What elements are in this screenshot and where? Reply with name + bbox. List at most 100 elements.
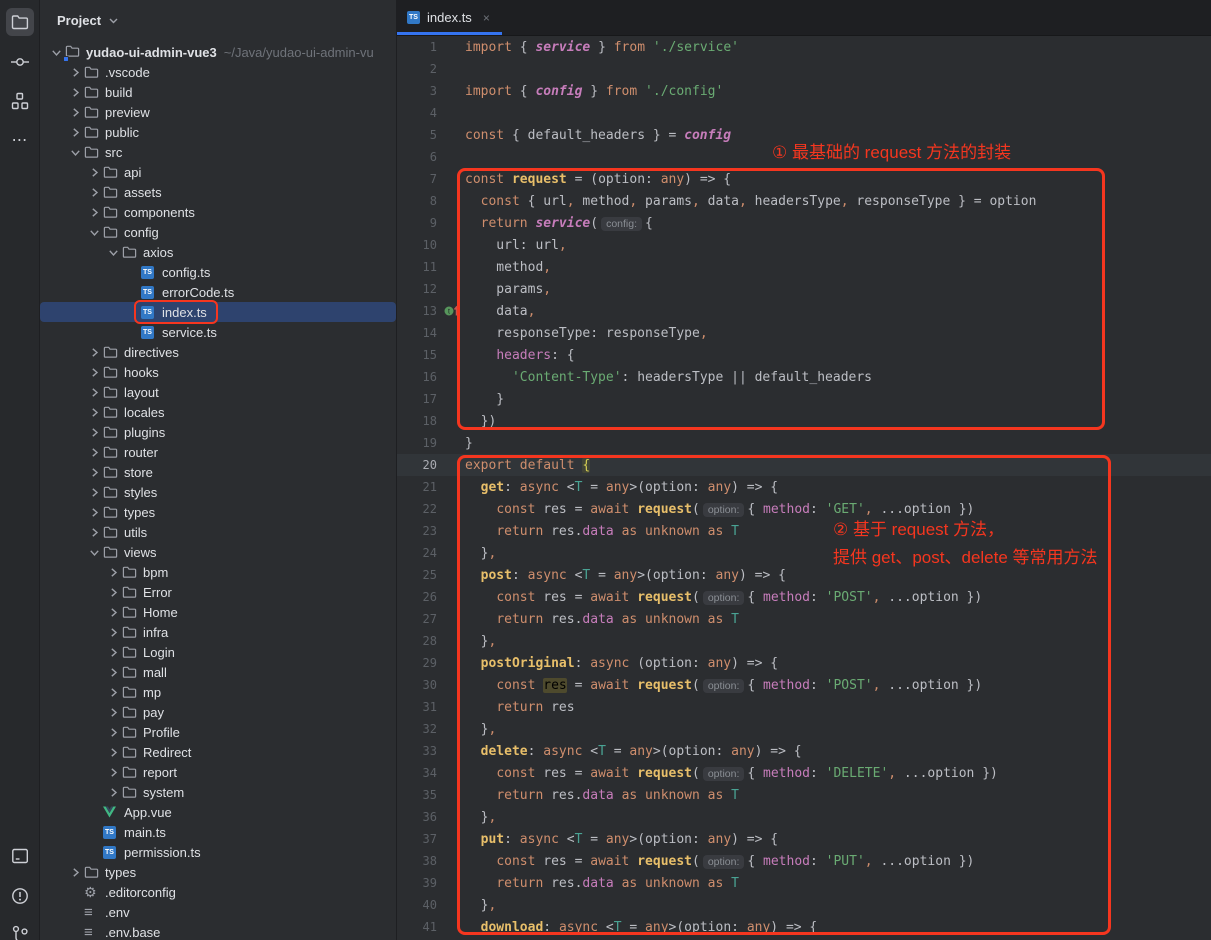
chevron-closed-icon[interactable] [86,444,103,460]
code-line-17[interactable]: 17 } [397,388,1211,410]
code-line-2[interactable]: 2 [397,58,1211,80]
chevron-closed-icon[interactable] [105,644,122,660]
tree-item-public[interactable]: public [40,122,396,142]
tree-item-service.ts[interactable]: TSservice.ts [40,322,396,342]
chevron-closed-icon[interactable] [86,524,103,540]
tree-item-store[interactable]: store [40,462,396,482]
tree-item-.env[interactable]: ≡.env [40,902,396,922]
code-line-5[interactable]: 5const { default_headers } = config [397,124,1211,146]
chevron-closed-icon[interactable] [67,84,84,100]
tab-index-ts[interactable]: TS index.ts × [397,0,502,35]
chevron-closed-icon[interactable] [86,504,103,520]
chevron-closed-icon[interactable] [67,64,84,80]
chevron-closed-icon[interactable] [86,384,103,400]
code-line-29[interactable]: 29 postOriginal: async (option: any) => … [397,652,1211,674]
tree-item-locales[interactable]: locales [40,402,396,422]
code-line-38[interactable]: 38 const res = await request(option:{ me… [397,850,1211,872]
tree-item-views[interactable]: views [40,542,396,562]
project-panel-header[interactable]: Project [40,0,396,40]
tree-item-src[interactable]: src [40,142,396,162]
chevron-closed-icon[interactable] [67,104,84,120]
tree-item-Login[interactable]: Login [40,642,396,662]
close-icon[interactable]: × [483,11,490,25]
tree-item-mall[interactable]: mall [40,662,396,682]
code-line-11[interactable]: 11 method, [397,256,1211,278]
code-line-23[interactable]: 23 return res.data as unknown as T [397,520,1211,542]
tree-item-.editorconfig[interactable]: ⚙.editorconfig [40,882,396,902]
tree-item-components[interactable]: components [40,202,396,222]
code-line-28[interactable]: 28 }, [397,630,1211,652]
chevron-closed-icon[interactable] [105,624,122,640]
tree-item-types[interactable]: types [40,502,396,522]
tree-item-Error[interactable]: Error [40,582,396,602]
code-line-14[interactable]: 14 responseType: responseType, [397,322,1211,344]
chevron-closed-icon[interactable] [105,564,122,580]
chevron-closed-icon[interactable] [86,404,103,420]
problems-icon[interactable] [6,882,34,910]
code-line-25[interactable]: 25 post: async <T = any>(option: any) =>… [397,564,1211,586]
code-line-3[interactable]: 3import { config } from './config' [397,80,1211,102]
chevron-closed-icon[interactable] [105,724,122,740]
chevron-open-icon[interactable] [67,144,84,160]
tree-item-.vscode[interactable]: .vscode [40,62,396,82]
gutter-change-icon[interactable]: t [437,304,465,318]
chevron-closed-icon[interactable] [105,604,122,620]
code-line-39[interactable]: 39 return res.data as unknown as T [397,872,1211,894]
code-line-12[interactable]: 12 params, [397,278,1211,300]
chevron-closed-icon[interactable] [105,764,122,780]
tree-item-system[interactable]: system [40,782,396,802]
chevron-closed-icon[interactable] [86,464,103,480]
code-line-40[interactable]: 40 }, [397,894,1211,916]
chevron-closed-icon[interactable] [105,784,122,800]
tree-item-utils[interactable]: utils [40,522,396,542]
chevron-closed-icon[interactable] [105,584,122,600]
tree-item-api[interactable]: api [40,162,396,182]
code-line-24[interactable]: 24 }, [397,542,1211,564]
tree-item-config.ts[interactable]: TSconfig.ts [40,262,396,282]
chevron-open-icon[interactable] [105,244,122,260]
project-folder-icon[interactable] [6,8,34,36]
code-line-8[interactable]: 8 const { url, method, params, data, hea… [397,190,1211,212]
code-line-35[interactable]: 35 return res.data as unknown as T [397,784,1211,806]
code-line-36[interactable]: 36 }, [397,806,1211,828]
tree-item-Redirect[interactable]: Redirect [40,742,396,762]
code-line-30[interactable]: 30 const res = await request(option:{ me… [397,674,1211,696]
code-line-15[interactable]: 15 headers: { [397,344,1211,366]
code-line-16[interactable]: 16 'Content-Type': headersType || defaul… [397,366,1211,388]
tree-item-.env.base[interactable]: ≡.env.base [40,922,396,940]
code-line-33[interactable]: 33 delete: async <T = any>(option: any) … [397,740,1211,762]
code-line-9[interactable]: 9 return service(config:{ [397,212,1211,234]
tree-item-Profile[interactable]: Profile [40,722,396,742]
chevron-closed-icon[interactable] [105,704,122,720]
chevron-closed-icon[interactable] [86,484,103,500]
tree-item-permission.ts[interactable]: TSpermission.ts [40,842,396,862]
tree-item-layout[interactable]: layout [40,382,396,402]
code-line-6[interactable]: 6 [397,146,1211,168]
code-line-4[interactable]: 4 [397,102,1211,124]
tree-item-styles[interactable]: styles [40,482,396,502]
code-line-41[interactable]: 41 download: async <T = any>(option: any… [397,916,1211,938]
code-editor[interactable]: 1import { service } from './service'23im… [397,36,1211,940]
tree-item-config[interactable]: config [40,222,396,242]
code-line-19[interactable]: 19} [397,432,1211,454]
structure-icon[interactable] [6,87,34,115]
tree-item-pay[interactable]: pay [40,702,396,722]
chevron-open-icon[interactable] [86,544,103,560]
version-control-icon[interactable] [6,920,34,940]
chevron-closed-icon[interactable] [86,184,103,200]
tree-item-errorCode.ts[interactable]: TSerrorCode.ts [40,282,396,302]
chevron-closed-icon[interactable] [86,424,103,440]
chevron-closed-icon[interactable] [86,164,103,180]
tree-item-plugins[interactable]: plugins [40,422,396,442]
tree-item-App.vue[interactable]: App.vue [40,802,396,822]
tree-item-main.ts[interactable]: TSmain.ts [40,822,396,842]
code-line-13[interactable]: 13t data, [397,300,1211,322]
tree-item-axios[interactable]: axios [40,242,396,262]
code-line-21[interactable]: 21 get: async <T = any>(option: any) => … [397,476,1211,498]
tree-item-router[interactable]: router [40,442,396,462]
chevron-closed-icon[interactable] [86,344,103,360]
tree-item-report[interactable]: report [40,762,396,782]
chevron-open-icon[interactable] [86,224,103,240]
tree-item-directives[interactable]: directives [40,342,396,362]
code-line-20[interactable]: 20export default { [397,454,1211,476]
